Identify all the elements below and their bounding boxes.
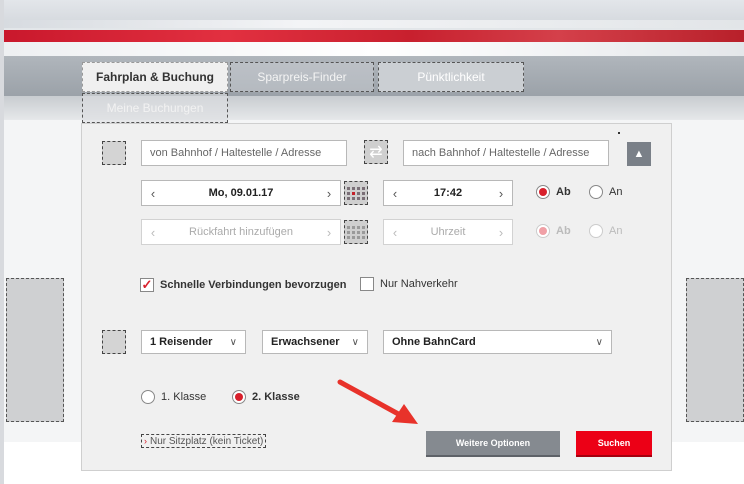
chevron-right-icon[interactable]: › — [490, 186, 512, 201]
return-arrival-radio[interactable]: An — [589, 224, 622, 238]
carousel-next-placeholder[interactable] — [686, 278, 744, 422]
chevron-left-icon[interactable]: ‹ — [142, 186, 164, 201]
return-time-label[interactable]: Uhrzeit — [406, 220, 490, 244]
chevron-left-icon[interactable]: ‹ — [142, 225, 164, 240]
passenger-icon[interactable] — [102, 330, 126, 354]
swap-stations-button[interactable]: ⇄ — [364, 140, 388, 164]
search-button[interactable]: Suchen — [576, 431, 652, 455]
return-calendar-icon[interactable] — [344, 220, 368, 244]
annotation-arrow-icon — [337, 379, 418, 424]
chevron-right-icon[interactable]: › — [318, 186, 340, 201]
tab-fahrplan-buchung[interactable]: Fahrplan & Buchung — [82, 62, 228, 92]
traveller-count-select[interactable]: 1 Reisender ∨ — [141, 330, 246, 354]
tab-puenktlichkeit[interactable]: Pünktlichkeit — [378, 62, 524, 92]
outbound-time-stepper[interactable]: ‹ 17:42 › — [383, 180, 513, 206]
chevron-down-icon: ∨ — [351, 336, 359, 348]
outbound-arrival-radio[interactable]: An — [589, 185, 622, 199]
tab-sparpreis-finder[interactable]: Sparpreis-Finder — [230, 62, 374, 92]
chevron-right-icon[interactable]: › — [490, 225, 512, 240]
outbound-date-stepper[interactable]: ‹ Mo, 09.01.17 › — [141, 180, 341, 206]
carousel-prev-placeholder[interactable] — [6, 278, 64, 422]
return-date-label[interactable]: Rückfahrt hinzufügen — [164, 220, 318, 244]
return-time-stepper[interactable]: ‹ Uhrzeit › — [383, 219, 513, 245]
chevron-down-icon: ∨ — [229, 336, 237, 348]
bahncard-select[interactable]: Ohne BahnCard ∨ — [383, 330, 612, 354]
return-departure-radio[interactable]: Ab — [536, 224, 571, 238]
chevron-right-icon: › — [144, 436, 147, 446]
local-only-checkbox[interactable]: Nur Nahverkehr — [360, 277, 458, 291]
second-class-radio[interactable]: 2. Klasse — [232, 390, 300, 404]
outbound-date-value[interactable]: Mo, 09.01.17 — [164, 181, 318, 205]
calendar-icon[interactable] — [344, 181, 368, 205]
to-station-input[interactable]: nach Bahnhof / Haltestelle / Adresse — [403, 140, 609, 166]
chevron-left-icon[interactable]: ‹ — [384, 186, 406, 201]
return-date-stepper[interactable]: ‹ Rückfahrt hinzufügen › — [141, 219, 341, 245]
more-options-button[interactable]: Weitere Optionen — [426, 431, 560, 455]
chevron-down-icon: ∨ — [595, 336, 603, 348]
collapse-panel-button[interactable]: ▲ — [627, 142, 651, 166]
chevron-left-icon[interactable]: ‹ — [384, 225, 406, 240]
outbound-time-value[interactable]: 17:42 — [406, 181, 490, 205]
outbound-departure-radio[interactable]: Ab — [536, 185, 571, 199]
seat-only-link[interactable]: › Nur Sitzplatz (kein Ticket) — [141, 434, 267, 448]
tab-meine-buchungen[interactable]: Meine Buchungen — [82, 93, 228, 123]
traveller-age-select[interactable]: Erwachsener ∨ — [262, 330, 368, 354]
decorative-dot — [618, 132, 620, 134]
chevron-up-icon: ▲ — [633, 148, 645, 160]
swap-icon: ⇄ — [369, 144, 383, 161]
from-station-input[interactable]: von Bahnhof / Haltestelle / Adresse — [141, 140, 347, 166]
fast-connections-checkbox[interactable]: ✓ Schnelle Verbindungen bevorzugen — [140, 278, 346, 292]
checkmark-icon: ✓ — [140, 277, 154, 292]
first-class-radio[interactable]: 1. Klasse — [141, 390, 206, 404]
chevron-right-icon[interactable]: › — [318, 225, 340, 240]
from-location-icon[interactable] — [102, 141, 126, 165]
